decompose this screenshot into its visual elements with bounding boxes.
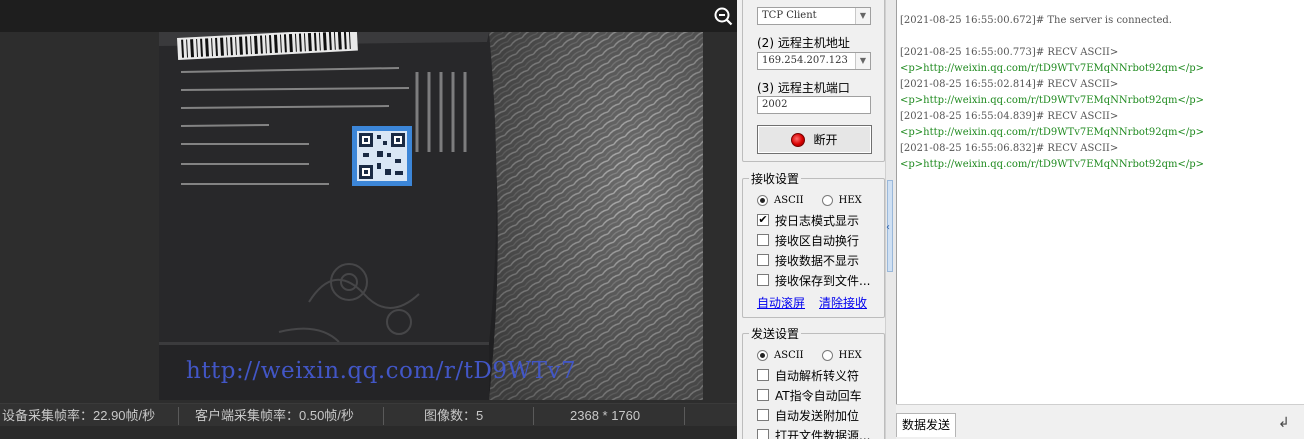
image-watermark-text: http://weixin.qq.com/r/tD9WTv7 [186,358,577,384]
protocol-select[interactable]: TCP Client ▼ [757,7,871,25]
chevron-down-icon[interactable]: ▼ [855,8,870,24]
log-data-line: <p>http://weixin.qq.com/r/tD9WTv7EMqNNrb… [900,63,1205,74]
receive-settings-title: 接收设置 [749,170,802,187]
append-bit-option[interactable]: 自动发送附加位 [757,407,859,423]
log-data-line: <p>http://weixin.qq.com/r/tD9WTv7EMqNNrb… [900,159,1205,170]
send-ascii-radio[interactable] [757,349,768,361]
remote-host-select[interactable]: 169.254.207.123 ▼ [757,52,871,70]
status-divider [684,407,685,425]
auto-scroll-link[interactable]: 自动滚屏 [757,294,805,311]
send-ascii-label: ASCII [774,349,804,361]
resolution-readout: 2368 * 1760 [570,408,641,423]
log-blank-line [900,29,1304,45]
send-encoding-radios: ASCII HEX [757,347,862,363]
remote-host-label: (2) 远程主机地址 [757,36,850,50]
status-divider [533,407,534,425]
parse-escape-label: 自动解析转义符 [775,368,860,383]
file-source-checkbox[interactable] [757,429,769,439]
log-mode-label: 按日志模式显示 [775,213,860,228]
zoom-out-icon[interactable] [713,6,733,26]
receive-hex-radio[interactable] [821,194,833,206]
append-bit-label: 自动发送附加位 [775,408,860,423]
viewer-status-bar: 设备采集帧率：22.90帧/秒 客户端采集帧率：0.50帧/秒 图像数：5 23… [0,403,737,427]
receive-ascii-radio[interactable] [757,194,768,206]
parse-escape-checkbox[interactable] [757,369,769,381]
save-to-file-option[interactable]: 接收保存到文件... [757,272,870,288]
file-source-label: 打开文件数据源... [775,428,871,439]
disconnect-button-label: 断开 [813,133,838,147]
device-fps-readout: 设备采集帧率：22.90帧/秒 [2,408,156,423]
at-auto-enter-label: AT指令自动回车 [775,388,862,403]
camera-image [159,32,703,400]
viewer-bottom-edge [0,426,737,439]
chevron-down-icon[interactable]: ▼ [855,53,870,69]
log-header-line: [2021-08-25 16:55:04.839]# RECV ASCII> [900,111,1119,122]
client-fps-readout: 客户端采集帧率：0.50帧/秒 [195,408,354,423]
auto-wrap-option[interactable]: 接收区自动换行 [757,232,859,248]
hide-received-checkbox[interactable] [757,254,769,266]
camera-viewer: http://weixin.qq.com/r/tD9WTv7 设备采集帧率：22… [0,0,737,439]
log-data-line: <p>http://weixin.qq.com/r/tD9WTv7EMqNNrb… [900,127,1205,138]
connection-led-icon [791,132,806,147]
send-hex-radio[interactable] [821,349,833,361]
status-divider [383,407,384,425]
log-header-line: [2021-08-25 16:55:00.672]# The server is… [900,15,1172,26]
hide-received-option[interactable]: 接收数据不显示 [757,252,859,268]
image-count-readout: 图像数：5 [424,408,484,423]
viewer-toolbar [0,0,737,32]
receive-log[interactable]: [2021-08-25 16:55:00.672]# The server is… [896,0,1304,404]
file-source-option[interactable]: 打开文件数据源... [757,427,870,439]
save-to-file-label: 接收保存到文件... [775,273,871,288]
send-area-bar: 数据发送 ↲ [896,404,1304,439]
hide-received-label: 接收数据不显示 [775,253,860,268]
at-auto-enter-option[interactable]: AT指令自动回车 [757,387,862,403]
log-header-line: [2021-08-25 16:55:02.814]# RECV ASCII> [900,79,1119,90]
send-settings-title: 发送设置 [749,325,802,342]
receive-hex-label: HEX [838,194,862,206]
parse-escape-option[interactable]: 自动解析转义符 [757,367,859,383]
receive-ascii-label: ASCII [774,194,804,206]
remote-port-label: (3) 远程主机端口 [757,81,850,95]
network-settings-panel: TCP Client ▼ (2) 远程主机地址 169.254.207.123 … [737,0,885,439]
remote-host-value: 169.254.207.123 [762,55,848,66]
log-mode-checkbox[interactable]: ✔ [757,214,769,226]
log-mode-option[interactable]: ✔ 按日志模式显示 [757,212,859,228]
panel-splitter[interactable]: ‹ [885,0,896,439]
append-bit-checkbox[interactable] [757,409,769,421]
collapse-left-icon[interactable]: ‹ [886,222,890,233]
disconnect-button[interactable]: 断开 [757,125,872,154]
send-hex-label: HEX [838,349,862,361]
clear-receive-link[interactable]: 清除接收 [819,294,867,311]
log-header-line: [2021-08-25 16:55:00.773]# RECV ASCII> [900,47,1119,58]
auto-wrap-label: 接收区自动换行 [775,233,860,248]
save-to-file-checkbox[interactable] [757,274,769,286]
status-divider [178,407,179,425]
receive-encoding-radios: ASCII HEX [757,192,862,208]
resize-grip-icon[interactable]: ↲ [1278,415,1290,431]
tab-data-send[interactable]: 数据发送 [896,413,957,437]
protocol-select-value: TCP Client [762,10,817,21]
remote-port-input[interactable]: 2002 [757,96,871,114]
at-auto-enter-checkbox[interactable] [757,389,769,401]
log-data-line: <p>http://weixin.qq.com/r/tD9WTv7EMqNNrb… [900,95,1205,106]
auto-wrap-checkbox[interactable] [757,234,769,246]
log-header-line: [2021-08-25 16:55:06.832]# RECV ASCII> [900,143,1119,154]
